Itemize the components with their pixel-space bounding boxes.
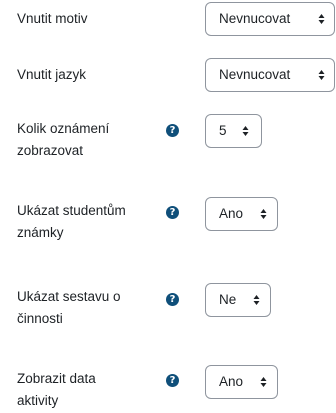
setting-label-line1: Ukázat studentům: [17, 203, 126, 218]
setting-label: Vnutit jazyk: [17, 67, 87, 82]
sort-caret-icon: [253, 295, 260, 305]
setting-label-line1: Kolik oznámení: [17, 121, 110, 136]
setting-label: Vnutit motiv: [17, 11, 88, 26]
question-circle-icon[interactable]: ?: [166, 374, 179, 387]
setting-label-line2: zobrazovat: [17, 143, 84, 158]
sort-caret-icon: [260, 209, 267, 219]
select-value: Nevnucovat: [219, 11, 291, 26]
sort-caret-icon: [242, 126, 249, 136]
select-value: 5: [219, 123, 227, 138]
setting-label-line2: aktivity: [17, 393, 59, 408]
setting-label-line1: Zobrazit data: [17, 371, 96, 386]
news-items-select[interactable]: 5: [205, 114, 262, 148]
show-grades-select[interactable]: Ano: [205, 197, 278, 231]
question-circle-icon[interactable]: ?: [166, 206, 179, 219]
select-value: Ano: [219, 374, 244, 389]
sort-caret-icon: [318, 14, 325, 24]
sort-caret-icon: [260, 377, 267, 387]
activity-report-select[interactable]: Ne: [205, 283, 271, 317]
question-circle-icon[interactable]: ?: [166, 293, 179, 306]
setting-label-line2: známky: [17, 225, 64, 240]
force-language-select[interactable]: Nevnucovat: [205, 58, 335, 92]
activity-dates-select[interactable]: Ano: [205, 365, 278, 399]
force-theme-select[interactable]: Nevnucovat: [205, 2, 335, 36]
setting-label-line1: Ukázat sestavu o: [17, 289, 121, 304]
select-value: Nevnucovat: [219, 67, 291, 82]
select-value: Ne: [219, 292, 237, 307]
sort-caret-icon: [318, 70, 325, 80]
setting-label-line2: činnosti: [17, 311, 63, 326]
select-value: Ano: [219, 206, 244, 221]
question-circle-icon[interactable]: ?: [166, 124, 179, 137]
